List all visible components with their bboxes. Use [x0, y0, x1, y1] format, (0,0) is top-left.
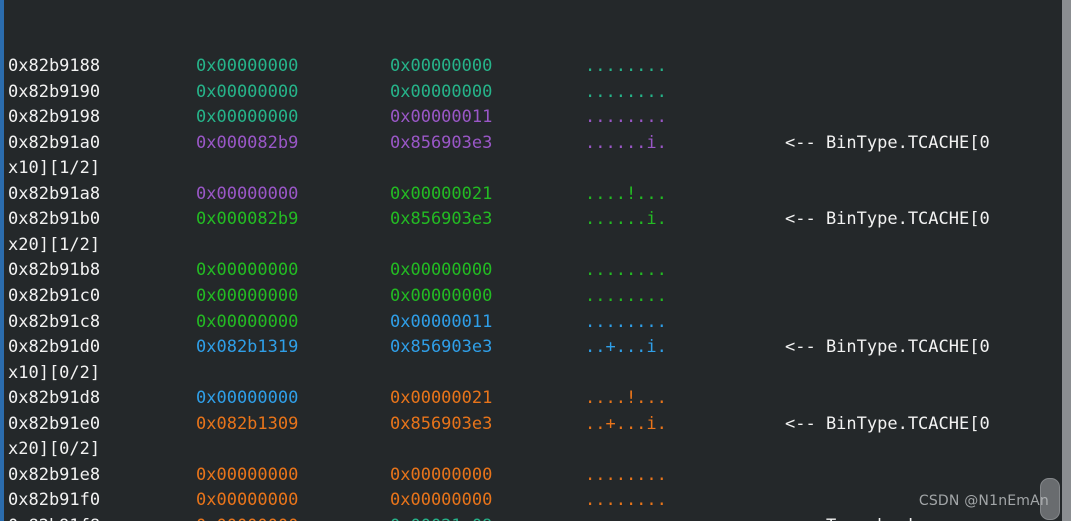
- terminal-wrapped-line: x20][0/2]: [0, 437, 1062, 463]
- memory-dump-row: 0x82b91f0 0x00000000 0x00000000........: [0, 488, 1062, 514]
- memory-address: 0x82b91a8: [8, 183, 101, 204]
- wrapped-text: x20][1/2]: [8, 234, 101, 255]
- ascii-dump: ........: [585, 490, 667, 511]
- memory-dump-row: 0x82b9190 0x00000000 0x00000000........: [0, 80, 1062, 106]
- memory-word-2: 0x00021e09: [390, 514, 492, 521]
- ascii-dump: ..+...i.: [585, 413, 667, 434]
- memory-word-2: 0x00000011: [390, 107, 493, 128]
- chunk-annotation: <-- BinType.TCACHE[0: [785, 132, 990, 153]
- memory-word-2: 0x00000000: [390, 260, 493, 281]
- memory-word-1: 0x00000000: [196, 56, 299, 77]
- vertical-scrollbar-track[interactable]: [1062, 0, 1071, 521]
- memory-word-2: 0x00000011: [390, 311, 493, 332]
- memory-dump-row: 0x82b91b8 0x00000000 0x00000000........: [0, 258, 1062, 284]
- terminal-screen: 0x82b9188 0x00000000 0x00000000........ 0x8…: [0, 0, 1071, 521]
- memory-word-1: 0x00000000: [196, 514, 298, 521]
- terminal-output[interactable]: 0x82b9188 0x00000000 0x00000000........ 0x8…: [0, 0, 1062, 521]
- ascii-dump: ......i.: [585, 132, 667, 153]
- ascii-dump: ........: [585, 81, 667, 102]
- memory-dump-row: 0x82b91c0 0x00000000 0x00000000........: [0, 284, 1062, 310]
- memory-dump-row: 0x82b91d8 0x00000000 0x00000021....!...: [0, 386, 1062, 412]
- memory-address: 0x82b91a0: [8, 132, 101, 153]
- memory-address: 0x82b91f8: [8, 514, 100, 521]
- wrapped-text: x10][1/2]: [8, 158, 101, 179]
- memory-word-2: 0x856903e3: [390, 413, 493, 434]
- ascii-dump: ..+...i.: [585, 337, 667, 358]
- memory-word-1: 0x00000000: [196, 183, 299, 204]
- memory-address: 0x82b91b0: [8, 209, 101, 230]
- ascii-dump: ........: [585, 286, 667, 307]
- terminal-wrapped-line: x10][0/2]: [0, 361, 1062, 387]
- chunk-annotation: <-- BinType.TCACHE[0: [785, 209, 990, 230]
- wrapped-text: x10][0/2]: [8, 362, 101, 383]
- memory-address: 0x82b9198: [8, 107, 101, 128]
- ascii-dump: ........: [585, 56, 667, 77]
- memory-word-1: 0x00000000: [196, 311, 299, 332]
- memory-address: 0x82b91f0: [8, 490, 101, 511]
- memory-word-2: 0x00000000: [390, 81, 493, 102]
- memory-address: 0x82b91c0: [8, 286, 101, 307]
- wrapped-text: x20][0/2]: [8, 439, 101, 460]
- ascii-dump: ....!...: [585, 183, 667, 204]
- memory-dump-row: 0x82b91e8 0x00000000 0x00000000........: [0, 463, 1062, 489]
- memory-address: 0x82b91e0: [8, 413, 101, 434]
- memory-word-1: 0x00000000: [196, 388, 299, 409]
- ascii-dump: ........: [585, 464, 667, 485]
- memory-word-1: 0x00000000: [196, 464, 299, 485]
- ascii-dump: ........: [585, 260, 667, 281]
- memory-dump-row: 0x82b91d0 0x082b1319 0x856903e3 ..+...i. <--…: [0, 335, 1062, 361]
- memory-word-2: 0x856903e3: [390, 337, 493, 358]
- ascii-dump: ....!...: [585, 388, 667, 409]
- memory-address: 0x82b91e8: [8, 464, 101, 485]
- memory-address: 0x82b91d8: [8, 388, 101, 409]
- csdn-watermark: CSDN @N1nEmAn: [918, 493, 1049, 510]
- memory-word-2: 0x856903e3: [390, 132, 493, 153]
- terminal-line-list: 0x82b9188 0x00000000 0x00000000........ 0x8…: [0, 54, 1062, 521]
- memory-word-2: 0x00000000: [390, 286, 493, 307]
- memory-word-1: 0x082b1309: [196, 413, 299, 434]
- ascii-dump: ........: [585, 311, 667, 332]
- memory-word-2: 0x00000021: [390, 388, 493, 409]
- memory-dump-row: 0x82b91b0 0x000082b9 0x856903e3 ......i. <--…: [0, 207, 1062, 233]
- memory-dump-row: 0x82b91a8 0x00000000 0x00000021....!...: [0, 182, 1062, 208]
- memory-word-2: 0x00000000: [390, 56, 493, 77]
- memory-dump-row: 0x82b91a0 0x000082b9 0x856903e3 ......i. <--…: [0, 131, 1062, 157]
- memory-address: 0x82b91c8: [8, 311, 101, 332]
- ascii-dump: ........: [585, 107, 667, 128]
- memory-word-1: 0x082b1319: [196, 337, 299, 358]
- chunk-annotation: <-- BinType.TCACHE[0: [785, 413, 990, 434]
- memory-word-1: 0x00000000: [196, 490, 299, 511]
- memory-word-1: 0x00000000: [196, 107, 299, 128]
- memory-dump-row: 0x82b91e0 0x082b1309 0x856903e3 ..+...i. <--…: [0, 412, 1062, 438]
- memory-word-1: 0x000082b9: [196, 209, 299, 230]
- memory-address: 0x82b9188: [8, 56, 101, 77]
- memory-word-1: 0x00000000: [196, 260, 299, 281]
- memory-word-1: 0x00000000: [196, 286, 299, 307]
- memory-address: 0x82b9190: [8, 81, 101, 102]
- ascii-dump: ........: [585, 514, 667, 521]
- memory-dump-row: 0x82b9188 0x00000000 0x00000000........: [0, 54, 1062, 80]
- memory-word-2: 0x00000000: [390, 490, 493, 511]
- memory-word-2: 0x856903e3: [390, 209, 493, 230]
- ascii-dump: ......i.: [585, 209, 667, 230]
- memory-word-1: 0x000082b9: [196, 132, 299, 153]
- memory-dump-row: 0x82b91f8 0x00000000 0x00021e09........ <--…: [0, 514, 1062, 521]
- chunk-annotation: <-- BinType.TCACHE[0: [785, 337, 990, 358]
- memory-dump-row: 0x82b91c8 0x00000000 0x00000011........: [0, 310, 1062, 336]
- terminal-wrapped-line: x20][1/2]: [0, 233, 1062, 259]
- memory-address: 0x82b91d0: [8, 337, 101, 358]
- memory-word-1: 0x00000000: [196, 81, 299, 102]
- memory-dump-row: 0x82b9198 0x00000000 0x00000011........: [0, 105, 1062, 131]
- terminal-wrapped-line: x10][1/2]: [0, 156, 1062, 182]
- memory-word-2: 0x00000021: [390, 183, 493, 204]
- memory-word-2: 0x00000000: [390, 464, 493, 485]
- memory-address: 0x82b91b8: [8, 260, 101, 281]
- chunk-annotation: <-- Top chunk: [785, 514, 918, 521]
